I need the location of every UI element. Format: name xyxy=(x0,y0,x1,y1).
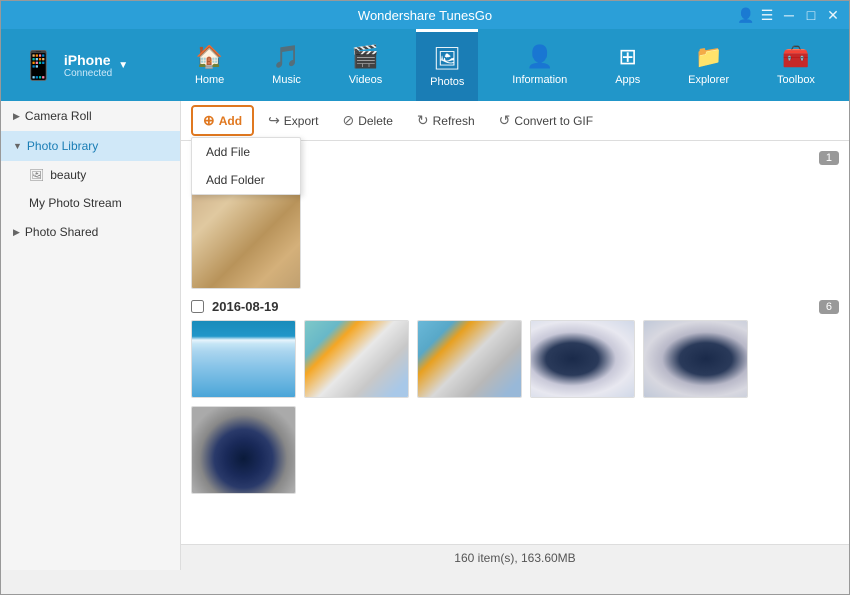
add-file-item[interactable]: Add File xyxy=(192,138,300,166)
section2-checkbox[interactable] xyxy=(191,300,204,313)
photo-thumb-phone2[interactable] xyxy=(417,320,522,398)
toolbar: ⊕ Add ↪ Export ⊘ Delete ↻ Refresh ↺ Conv… xyxy=(181,101,849,141)
nav-label-apps: Apps xyxy=(615,74,640,86)
nav-label-photos: Photos xyxy=(430,76,464,88)
nav-item-information[interactable]: 👤 Information xyxy=(498,29,581,101)
headphones3-image xyxy=(192,407,295,493)
nav-item-explorer[interactable]: 📁 Explorer xyxy=(674,29,743,101)
nav-item-videos[interactable]: 🎬 Videos xyxy=(335,29,396,101)
sidebar: ▶ Camera Roll ▼ Photo Library 🖼 beauty M… xyxy=(1,101,181,570)
export-icon: ↪ xyxy=(268,112,280,129)
sidebar-label-beauty: beauty xyxy=(50,168,86,182)
home-icon: 🏠 xyxy=(196,44,223,70)
sidebar-item-photo-shared[interactable]: ▶ Photo Shared xyxy=(1,217,180,247)
close-icon[interactable]: ✕ xyxy=(825,7,841,24)
window-controls: 👤 ☰ ─ □ ✕ xyxy=(737,7,841,24)
photo-thumb-screenshot[interactable] xyxy=(191,320,296,398)
section2-thumb-row-2 xyxy=(191,406,839,494)
section2-date-label: 2016-08-19 xyxy=(212,299,279,314)
sidebar-item-photo-library[interactable]: ▼ Photo Library xyxy=(1,131,180,161)
refresh-icon: ↻ xyxy=(417,112,429,129)
photo-thumb-headphones2[interactable] xyxy=(643,320,748,398)
sidebar-item-beauty[interactable]: 🖼 beauty xyxy=(1,161,180,189)
sidebar-label-camera-roll: Camera Roll xyxy=(25,109,92,123)
app-title: Wondershare TunesGo xyxy=(358,8,492,23)
user-icon[interactable]: 👤 xyxy=(737,7,753,24)
nav-label-music: Music xyxy=(272,74,301,86)
photo-area: 1 2016-08-19 6 xyxy=(181,141,849,544)
menu-icon[interactable]: ☰ xyxy=(759,7,775,24)
convert-gif-button[interactable]: ↺ Convert to GIF xyxy=(489,107,603,134)
sidebar-label-my-photo-stream: My Photo Stream xyxy=(29,196,122,210)
nav-items: 🏠 Home 🎵 Music 🎬 Videos 🖼 Photos 👤 Infor… xyxy=(171,29,839,101)
headphones2-image xyxy=(644,321,747,397)
nav-bar: 📱 iPhone Connected ▼ 🏠 Home 🎵 Music 🎬 Vi… xyxy=(1,29,849,101)
sidebar-item-camera-roll[interactable]: ▶ Camera Roll xyxy=(1,101,180,131)
nav-label-information: Information xyxy=(512,74,567,86)
sidebar-label-photo-library: Photo Library xyxy=(27,139,98,153)
device-dropdown-arrow[interactable]: ▼ xyxy=(118,60,128,71)
add-folder-item[interactable]: Add Folder xyxy=(192,166,300,194)
section2-date-row: 2016-08-19 xyxy=(191,299,279,314)
section2-thumb-row xyxy=(191,320,839,398)
device-name: iPhone xyxy=(64,52,112,68)
nav-item-photos[interactable]: 🖼 Photos xyxy=(416,29,478,101)
nav-label-home: Home xyxy=(195,74,224,86)
apps-icon: ⊞ xyxy=(619,44,637,70)
photo-thumb-headphones1[interactable] xyxy=(530,320,635,398)
sidebar-label-photo-shared: Photo Shared xyxy=(25,225,98,239)
convert-gif-icon: ↺ xyxy=(499,112,511,129)
title-bar: Wondershare TunesGo 👤 ☰ ─ □ ✕ xyxy=(1,1,849,29)
nav-label-explorer: Explorer xyxy=(688,74,729,86)
nav-item-apps[interactable]: ⊞ Apps xyxy=(601,29,654,101)
add-button[interactable]: ⊕ Add xyxy=(191,105,254,136)
nav-label-videos: Videos xyxy=(349,74,382,86)
photos-icon: 🖼 xyxy=(433,46,461,72)
camera-roll-arrow: ▶ xyxy=(13,111,20,122)
music-icon: 🎵 xyxy=(273,44,300,70)
nav-item-toolbox[interactable]: 🧰 Toolbox xyxy=(763,29,829,101)
photo-thumb-headphones3[interactable] xyxy=(191,406,296,494)
delete-icon: ⊘ xyxy=(342,112,354,129)
add-dropdown: Add File Add Folder xyxy=(191,137,301,195)
videos-icon: 🎬 xyxy=(352,44,379,70)
photo-shared-arrow: ▶ xyxy=(13,227,20,238)
photo-thumb-phone1[interactable] xyxy=(304,320,409,398)
headphones1-image xyxy=(531,321,634,397)
image-icon: 🖼 xyxy=(29,168,44,182)
device-text: iPhone Connected xyxy=(64,52,112,79)
device-status: Connected xyxy=(64,68,112,79)
information-icon: 👤 xyxy=(526,44,553,70)
content-area: ⊕ Add ↪ Export ⊘ Delete ↻ Refresh ↺ Conv… xyxy=(181,101,849,570)
delete-button[interactable]: ⊘ Delete xyxy=(332,107,402,134)
explorer-icon: 📁 xyxy=(695,44,722,70)
device-icon: 📱 xyxy=(21,49,56,82)
screenshot-image xyxy=(192,321,295,397)
section2-header: 2016-08-19 6 xyxy=(191,299,839,314)
sidebar-item-my-photo-stream[interactable]: My Photo Stream xyxy=(1,189,180,217)
nav-item-home[interactable]: 🏠 Home xyxy=(181,29,238,101)
export-button[interactable]: ↪ Export xyxy=(258,107,328,134)
main-area: ▶ Camera Roll ▼ Photo Library 🖼 beauty M… xyxy=(1,101,849,570)
status-text: 160 item(s), 163.60MB xyxy=(454,551,575,565)
nav-label-toolbox: Toolbox xyxy=(777,74,815,86)
section2-badge: 6 xyxy=(819,300,839,314)
phone1-image xyxy=(305,321,408,397)
phone2-image xyxy=(418,321,521,397)
section1-badge: 1 xyxy=(819,151,839,165)
photo-library-arrow: ▼ xyxy=(13,141,22,151)
nav-item-music[interactable]: 🎵 Music xyxy=(258,29,315,101)
photo-section-2016: 2016-08-19 6 xyxy=(191,299,839,494)
minimize-icon[interactable]: ─ xyxy=(781,7,797,23)
status-bar: 160 item(s), 163.60MB xyxy=(181,544,849,570)
toolbox-icon: 🧰 xyxy=(782,44,809,70)
refresh-button[interactable]: ↻ Refresh xyxy=(407,107,485,134)
device-info[interactable]: 📱 iPhone Connected ▼ xyxy=(11,44,171,87)
maximize-icon[interactable]: □ xyxy=(803,7,819,23)
add-icon: ⊕ xyxy=(203,112,215,129)
